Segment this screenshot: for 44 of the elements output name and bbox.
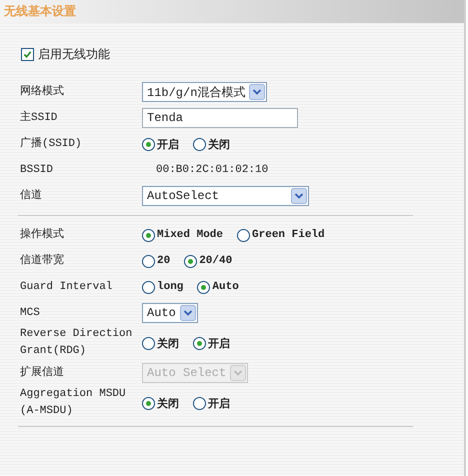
radio-button[interactable]: [193, 138, 206, 150]
radio-button[interactable]: [142, 280, 155, 294]
dropdown[interactable]: 11b/g/n混合模式: [142, 82, 268, 102]
radio-button[interactable]: [193, 396, 206, 410]
field-label: 信道带宽: [19, 252, 65, 268]
radio-button[interactable]: [142, 336, 155, 350]
radio-label: long: [157, 281, 184, 293]
radio-button[interactable]: [237, 228, 250, 242]
field-label: 扩展信道: [19, 364, 65, 380]
radio-button[interactable]: [142, 138, 155, 150]
radio-label: 关闭: [157, 336, 179, 350]
radio-button[interactable]: [142, 228, 155, 242]
field-label: BSSID: [19, 162, 54, 178]
bssid-value: 00:B0:2C:01:02:10: [155, 164, 268, 176]
checkbox-label: 启用无线功能: [38, 46, 110, 62]
field-label: Reverse Direction Grant(RDG): [19, 327, 134, 359]
dropdown[interactable]: AutoSelect: [142, 186, 309, 206]
field-label: 网络模式: [19, 84, 65, 100]
radio-button[interactable]: [197, 280, 210, 294]
field-label: 操作模式: [19, 227, 65, 242]
radio-label: 关闭: [208, 138, 230, 152]
field-label: 信道: [19, 188, 43, 204]
field-label: 主SSID: [19, 110, 58, 126]
ssid-input-field[interactable]: Tenda: [142, 108, 298, 128]
radio-label: 20: [157, 255, 170, 267]
radio-button[interactable]: [184, 254, 198, 268]
radio-label: Green Field: [252, 229, 325, 241]
radio-label: Auto: [212, 281, 239, 293]
field-label: 广播(SSID): [19, 136, 83, 152]
radio-button[interactable]: [193, 336, 206, 350]
checkbox[interactable]: [21, 48, 34, 60]
radio-button[interactable]: [142, 396, 155, 410]
radio-label: 开启: [157, 138, 179, 152]
radio-label: 开启: [208, 396, 230, 410]
radio-button[interactable]: [142, 254, 155, 268]
radio-label: 20/40: [199, 255, 232, 267]
radio-label: 关闭: [157, 396, 179, 410]
field-label: Aggregation MSDU (A-MSDU): [19, 387, 127, 419]
radio-label: Mixed Mode: [157, 229, 224, 241]
field-label: MCS: [19, 306, 41, 320]
section-title: 无线基本设置: [4, 3, 76, 20]
field-label: Guard Interval: [19, 280, 114, 294]
dropdown[interactable]: Auto: [142, 303, 198, 323]
radio-label: 开启: [208, 336, 230, 350]
